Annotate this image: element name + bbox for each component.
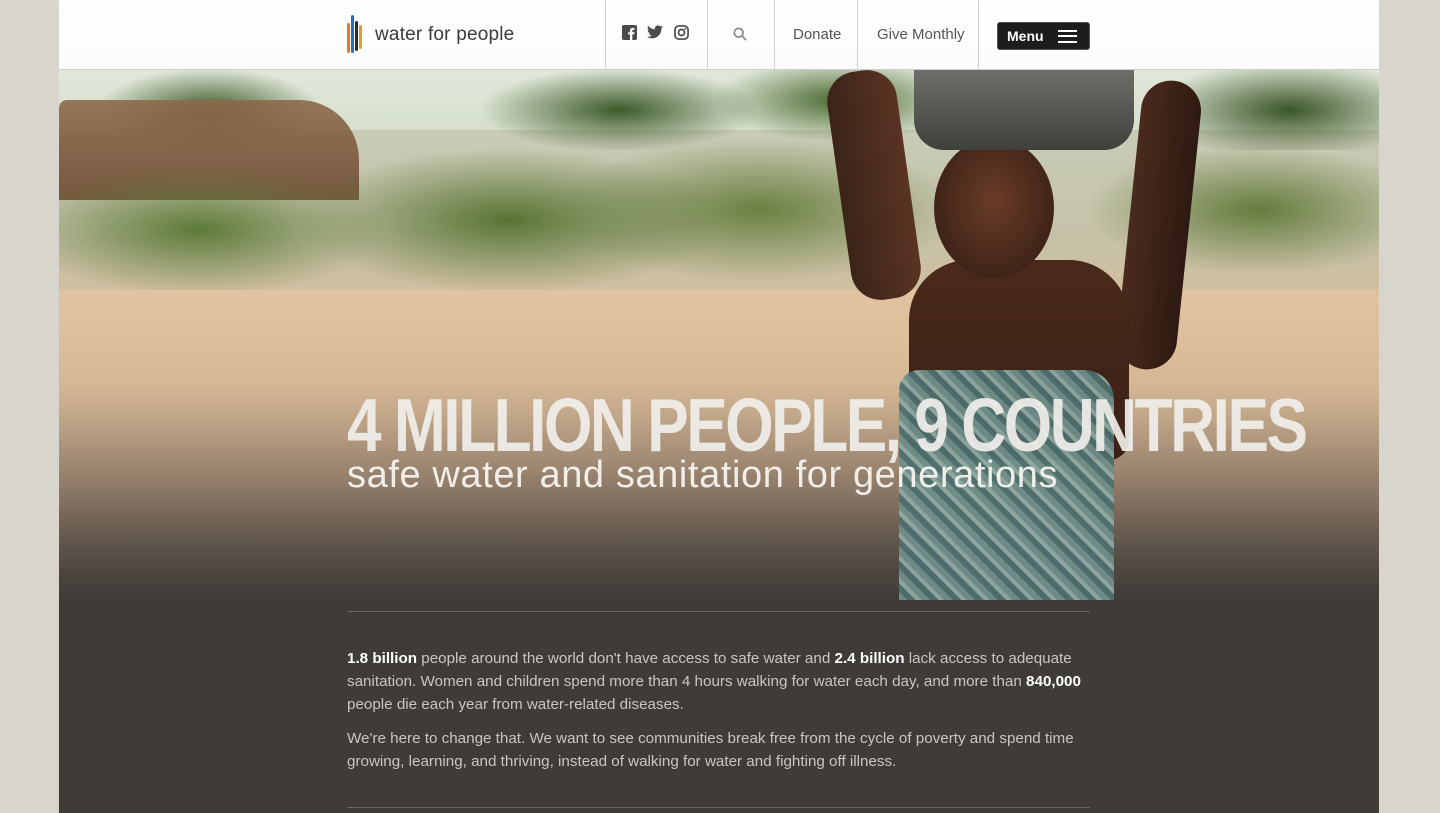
menu-label: Menu <box>1007 28 1044 44</box>
intro-paragraph-2: We're here to change that. We want to se… <box>347 730 1074 770</box>
donate-link[interactable]: Donate <box>793 26 841 43</box>
intro-text: people around the world don't have acces… <box>417 650 835 667</box>
logo-text: water for people <box>375 24 515 45</box>
hamburger-icon <box>1058 29 1077 43</box>
header-divider <box>774 0 775 70</box>
header-divider <box>605 0 606 70</box>
stat-deaths: 840,000 <box>1026 673 1081 690</box>
hero-person-arm-left <box>823 66 925 304</box>
hero-person-head <box>934 138 1054 278</box>
hero-photo <box>59 0 1379 600</box>
logo[interactable]: water for people <box>347 13 514 57</box>
stat-sanitation: 2.4 billion <box>834 650 905 667</box>
intro-text: people die each year from water-related … <box>347 696 684 713</box>
search-icon[interactable] <box>733 27 749 43</box>
hero-person <box>819 66 1204 600</box>
header-divider <box>857 0 858 70</box>
menu-button[interactable]: Menu <box>997 22 1090 50</box>
give-monthly-link[interactable]: Give Monthly <box>877 26 965 43</box>
social-links <box>621 24 689 40</box>
logo-icon <box>347 13 365 57</box>
instagram-icon[interactable] <box>673 24 689 40</box>
divider-top <box>347 611 1090 612</box>
stat-safe-water: 1.8 billion <box>347 650 418 667</box>
hero-bucket <box>914 70 1134 150</box>
divider-bottom <box>347 807 1090 808</box>
twitter-icon[interactable] <box>647 24 663 40</box>
hero-subhead: safe water and sanitation for generation… <box>347 454 1059 496</box>
page-frame: water for people Donate Give Monthly Men… <box>59 0 1379 813</box>
header-divider <box>707 0 708 70</box>
intro-paragraph-1: 1.8 billion people around the world don'… <box>347 647 1092 716</box>
facebook-icon[interactable] <box>621 24 637 40</box>
header-divider <box>978 0 979 70</box>
hero-headline: 4 MILLION PEOPLE, 9 COUNTRIES <box>347 383 1308 467</box>
site-header: water for people Donate Give Monthly Men… <box>59 0 1379 70</box>
